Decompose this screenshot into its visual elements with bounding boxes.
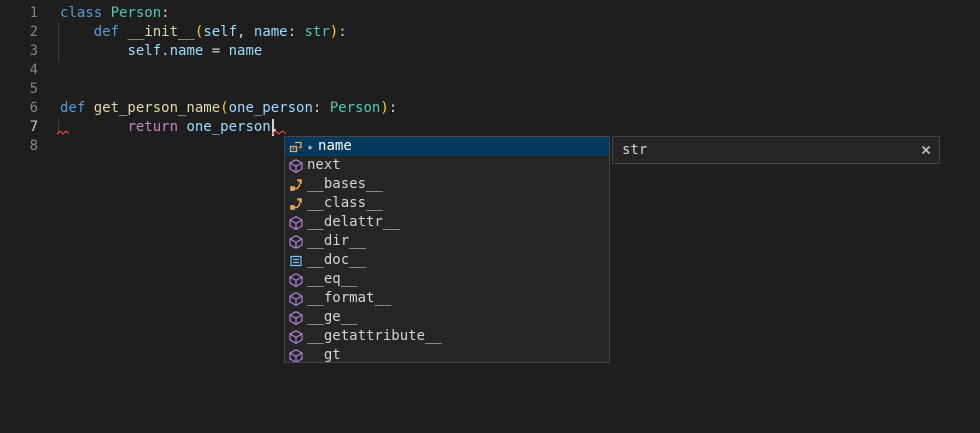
line-code: def get_person_name(one_person: Person): [60, 99, 397, 118]
symbol-method-icon [288, 291, 304, 307]
code-line[interactable]: 2 def __init__(self, name: str): [0, 23, 980, 42]
line-number: 3 [0, 42, 38, 61]
suggestion-label: __gt__ [307, 346, 358, 363]
error-squiggle [272, 130, 286, 135]
symbol-field-icon [288, 139, 304, 155]
suggestion-label: __bases__ [307, 175, 383, 194]
suggestion-label: next [307, 156, 341, 175]
symbol-method-icon [288, 158, 304, 174]
indent-guide [58, 23, 59, 61]
suggestion-label: __ge__ [307, 308, 358, 327]
suggestion-label: __dir__ [307, 232, 366, 251]
line-code: return one_person. [60, 118, 279, 137]
code-line[interactable]: 6 def get_person_name(one_person: Person… [0, 99, 980, 118]
line-number: 4 [0, 61, 38, 80]
suggestion-item[interactable]: __getattribute__ [285, 327, 609, 346]
suggestion-item[interactable]: __dir__ [285, 232, 609, 251]
code-line[interactable]: 5 [0, 80, 980, 99]
line-number: 1 [0, 4, 38, 23]
suggestion-item[interactable]: __doc__ [285, 251, 609, 270]
line-code: def __init__(self, name: str): [60, 23, 347, 42]
close-icon [919, 143, 933, 157]
suggestion-label: __format__ [307, 289, 391, 308]
line-number: 8 [0, 137, 38, 156]
suggestion-label: ★name [307, 137, 352, 157]
symbol-class-icon [288, 177, 304, 193]
suggestion-item-selected[interactable]: ★name [285, 137, 609, 156]
symbol-method-icon [288, 329, 304, 345]
close-button[interactable] [919, 143, 933, 157]
code-line[interactable]: 1 class Person: [0, 4, 980, 23]
suggestion-item[interactable]: __class__ [285, 194, 609, 213]
suggestion-item[interactable]: __delattr__ [285, 213, 609, 232]
suggestion-item[interactable]: __format__ [285, 289, 609, 308]
suggestion-item[interactable]: __gt__ [285, 346, 609, 363]
symbol-text-icon [288, 253, 304, 269]
suggestion-item[interactable]: __bases__ [285, 175, 609, 194]
code-line[interactable]: 7 return one_person. [0, 118, 980, 137]
intellicode-star-icon: ★ [307, 142, 313, 153]
suggestion-item[interactable]: next [285, 156, 609, 175]
autocomplete-suggest-widget: ★name next __bases__ __class__ __delattr… [284, 136, 610, 363]
suggestion-label: __delattr__ [307, 213, 400, 232]
line-code: class Person: [60, 4, 170, 23]
code-line[interactable]: 4 [0, 61, 980, 80]
symbol-method-icon [288, 272, 304, 288]
symbol-method-icon [288, 234, 304, 250]
suggestion-item[interactable]: __ge__ [285, 308, 609, 327]
error-squiggle [57, 130, 69, 135]
line-code: self.name = name [60, 42, 262, 61]
suggest-docs-panel: str [612, 136, 940, 164]
symbol-method-icon [288, 215, 304, 231]
code-line[interactable]: 3 self.name = name [0, 42, 980, 61]
suggestion-label: __eq__ [307, 270, 358, 289]
suggestion-label: __doc__ [307, 251, 366, 270]
line-number: 7 [0, 118, 38, 137]
suggestion-label: __getattribute__ [307, 327, 442, 346]
symbol-method-icon [288, 348, 304, 364]
symbol-method-icon [288, 310, 304, 326]
line-number: 5 [0, 80, 38, 99]
suggestion-item[interactable]: __eq__ [285, 270, 609, 289]
line-number: 6 [0, 99, 38, 118]
suggestion-label: __class__ [307, 194, 383, 213]
line-number: 2 [0, 23, 38, 42]
symbol-class-icon [288, 196, 304, 212]
docs-title: str [622, 137, 647, 163]
